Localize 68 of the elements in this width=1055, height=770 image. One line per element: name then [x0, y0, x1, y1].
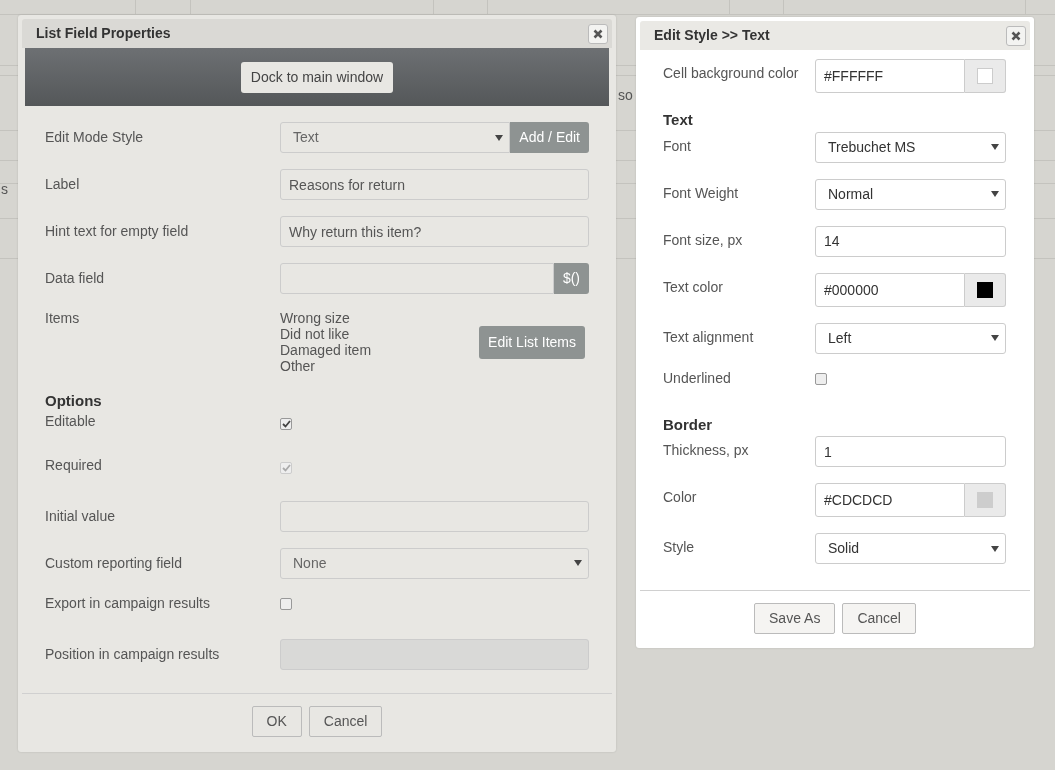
caret-icon — [991, 144, 999, 150]
caret-icon — [991, 191, 999, 197]
field-label: Text color — [663, 277, 724, 295]
input-field[interactable]: #CDCDCD — [815, 483, 965, 517]
field-label: Export in campaign results — [45, 594, 211, 611]
caret-icon — [574, 560, 582, 566]
field-label: Color — [663, 488, 698, 505]
close-icon — [1011, 30, 1021, 41]
close-icon — [593, 28, 603, 39]
dock-button[interactable]: Dock to main window — [240, 61, 394, 93]
input-field[interactable]: #FFFFFF — [815, 59, 965, 93]
input-field[interactable] — [280, 263, 554, 294]
caret-icon — [495, 134, 504, 141]
field-label: Font Weight — [663, 183, 740, 201]
dialog-button[interactable]: Cancel — [842, 603, 916, 634]
list-item: Wrong size — [280, 310, 351, 326]
field-label: Data field — [45, 269, 106, 286]
checkbox[interactable] — [280, 597, 292, 610]
input-field[interactable]: #000000 — [815, 272, 965, 307]
list-item: Other — [280, 358, 316, 374]
input-field[interactable]: Why return this item? — [280, 216, 589, 247]
background-text: so — [618, 87, 633, 103]
field-label: Custom reporting field — [45, 553, 183, 571]
dropdown[interactable]: Normal — [815, 178, 1006, 210]
field-label: Hint text for empty field — [45, 222, 190, 239]
color-picker-button[interactable] — [965, 272, 1006, 307]
checkbox[interactable] — [815, 372, 827, 385]
field-label: Font size, px — [663, 230, 744, 248]
dropdown[interactable]: Trebuchet MS — [815, 131, 1006, 163]
dialog-button[interactable]: Cancel — [308, 706, 383, 737]
field-label: Editable — [45, 412, 97, 429]
dropdown[interactable]: None — [280, 547, 589, 579]
dialog-button[interactable]: OK — [251, 706, 302, 737]
field-label: Thickness, px — [663, 441, 750, 458]
input-field[interactable]: Reasons for return — [280, 169, 589, 200]
checkbox[interactable] — [280, 417, 292, 430]
field-label: Edit Mode Style — [45, 128, 145, 145]
close-button[interactable] — [588, 23, 608, 44]
field-label: Items — [45, 310, 81, 326]
dialog-button[interactable]: Save As — [754, 603, 836, 634]
field-label: Required — [45, 456, 103, 473]
field-label: Text alignment — [663, 327, 755, 345]
field-label: Style — [663, 538, 696, 555]
close-button[interactable] — [1006, 25, 1026, 46]
section-heading: Options — [45, 391, 103, 411]
color-picker-button[interactable] — [965, 59, 1006, 93]
dropdown[interactable]: Text — [280, 122, 511, 153]
field-label: Underlined — [663, 369, 732, 386]
list-item: Damaged item — [280, 342, 372, 358]
section-heading: Text — [663, 110, 694, 130]
dropdown[interactable]: Left — [815, 322, 1006, 354]
dialog-title: Edit Style >> Text — [654, 26, 770, 45]
field-label: Initial value — [45, 506, 117, 524]
caret-icon — [991, 335, 999, 341]
input-field[interactable] — [280, 500, 589, 532]
caret-icon — [991, 545, 999, 552]
dialog-title: List Field Properties — [36, 24, 171, 43]
color-picker-button[interactable] — [965, 483, 1006, 517]
field-label: Position in campaign results — [45, 644, 221, 662]
field-label: Cell background color — [663, 64, 800, 81]
background-text: s — [1, 181, 8, 197]
field-label: Label — [45, 175, 81, 192]
input-field[interactable]: 14 — [815, 225, 1006, 257]
input-field[interactable]: 1 — [815, 436, 1006, 467]
field-label: Font — [663, 136, 692, 154]
dropdown[interactable]: Solid — [815, 533, 1006, 564]
list-item: Did not like — [280, 326, 351, 342]
section-heading: Border — [663, 414, 714, 435]
